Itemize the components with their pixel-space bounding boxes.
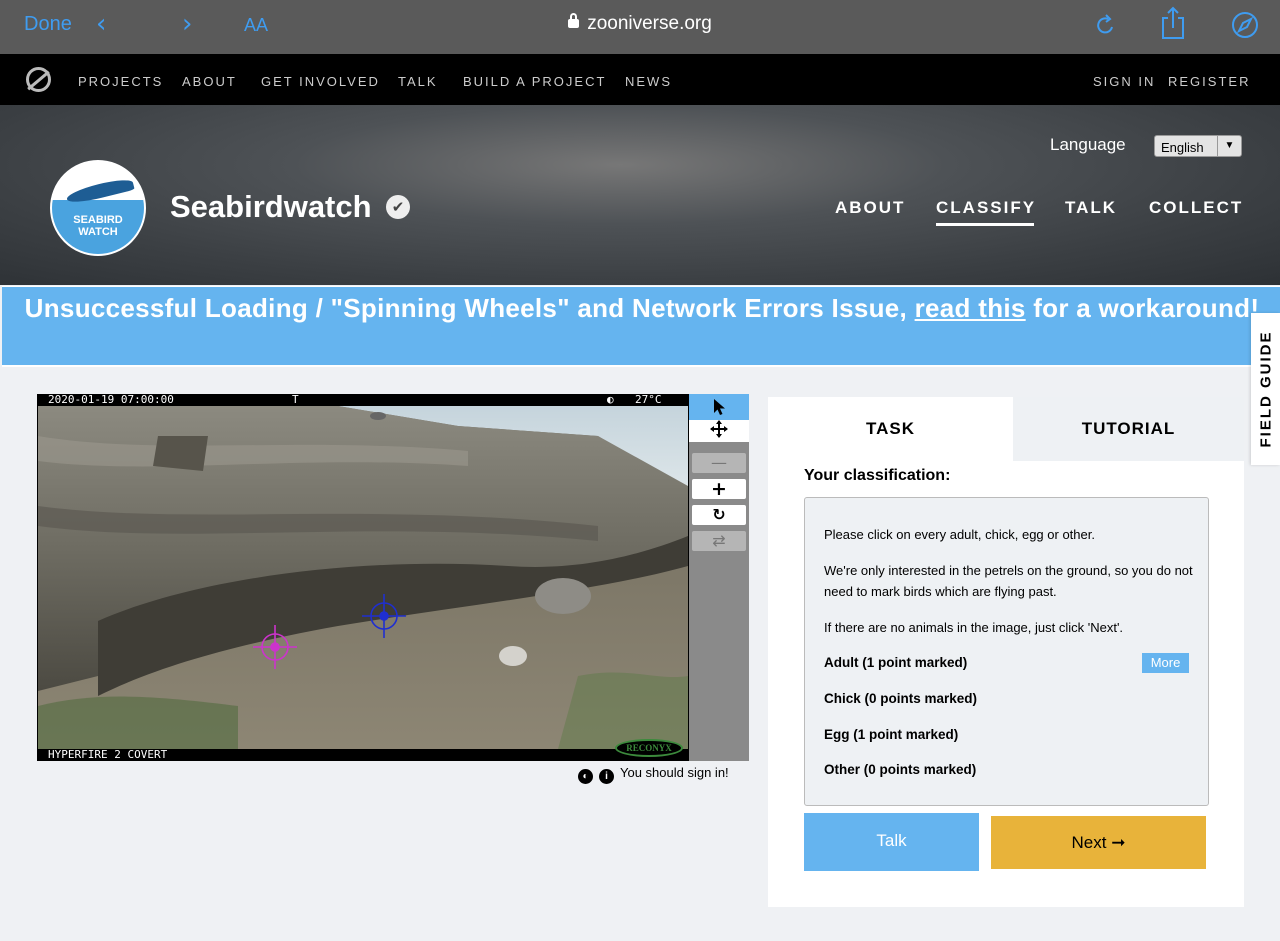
announcement-link[interactable]: read this: [915, 293, 1026, 323]
option-adult[interactable]: Adult (1 point marked): [824, 655, 967, 670]
zoom-in-button[interactable]: +: [692, 479, 746, 499]
announcement-banner: Unsuccessful Loading / "Spinning Wheels"…: [2, 286, 1280, 367]
zoo-nav-build[interactable]: BUILD A PROJECT: [463, 74, 606, 89]
register-link[interactable]: REGISTER: [1168, 74, 1250, 89]
instruction-3: If there are no animals in the image, ju…: [824, 620, 1124, 635]
project-title[interactable]: Seabirdwatch: [170, 189, 372, 225]
project-nav-talk[interactable]: TALK: [1065, 198, 1117, 218]
info-icon[interactable]: i: [599, 769, 614, 784]
announcement-text-end: for a workaround!: [1025, 293, 1260, 323]
instruction-1: Please click on every adult, chick, egg …: [824, 527, 1095, 542]
compass-icon[interactable]: [1231, 11, 1259, 39]
option-chick[interactable]: Chick (0 points marked): [824, 691, 977, 706]
reset-icon: ⇄: [712, 531, 726, 550]
camera-model: HYPERFIRE 2 COVERT: [48, 748, 168, 761]
next-button[interactable]: Next ➞: [991, 816, 1206, 869]
option-egg[interactable]: Egg (1 point marked): [824, 727, 958, 742]
move-tool-button[interactable]: [689, 420, 749, 442]
sign-in-link[interactable]: SIGN IN: [1093, 74, 1155, 89]
pointer-icon: [714, 399, 725, 415]
subject-viewer[interactable]: 2020-01-19 07:00:00 T ◐ 27°C HYPERFIRE 2…: [37, 394, 689, 761]
project-nav-collect[interactable]: COLLECT: [1149, 198, 1243, 218]
task-question-box: Please click on every adult, chick, egg …: [804, 497, 1209, 806]
zooniverse-logo-icon[interactable]: [26, 67, 51, 92]
zooniverse-nav: PROJECTS ABOUT GET INVOLVED TALK BUILD A…: [0, 54, 1280, 105]
zoo-nav-get-involved[interactable]: GET INVOLVED: [261, 74, 380, 89]
share-icon[interactable]: [1160, 6, 1186, 40]
zoo-nav-projects[interactable]: PROJECTS: [78, 74, 163, 89]
project-avatar[interactable]: SEABIRD WATCH: [50, 160, 146, 256]
project-header: Language English ▼ SEABIRD WATCH Seabird…: [0, 105, 1280, 285]
announcement-text: Unsuccessful Loading / "Spinning Wheels"…: [24, 293, 915, 323]
rotate-icon: ↻: [712, 505, 726, 524]
your-classification-heading: Your classification:: [804, 467, 951, 484]
avatar-text-line-2: WATCH: [78, 226, 118, 238]
zoom-in-icon: +: [711, 478, 727, 500]
language-value: English: [1161, 140, 1204, 155]
move-icon: [710, 420, 728, 438]
more-button[interactable]: More: [1142, 653, 1189, 673]
image-toolbar: — + ↻ ⇄: [689, 394, 749, 761]
language-label: Language: [1050, 135, 1126, 154]
chevron-down-icon: ▼: [1217, 136, 1241, 156]
field-guide-tab[interactable]: FIELD GUIDE: [1251, 313, 1280, 465]
signin-notice: ◐ i You should sign in!: [578, 765, 729, 784]
signin-text: You should sign in!: [620, 765, 729, 780]
camera-temperature: 27°C: [635, 394, 662, 406]
browser-toolbar: Done ‹ › AA zooniverse.org: [0, 0, 1280, 54]
avatar-text-line-1: SEABIRD: [73, 214, 123, 226]
talk-button[interactable]: Talk: [804, 813, 979, 871]
address-bar[interactable]: zooniverse.org: [0, 13, 1280, 35]
tab-tutorial[interactable]: TUTORIAL: [1013, 397, 1244, 461]
pointer-tool-button[interactable]: [689, 394, 749, 420]
project-nav-classify[interactable]: CLASSIFY: [936, 198, 1036, 226]
instruction-2: We're only interested in the petrels on …: [824, 563, 1193, 599]
subject-image[interactable]: [38, 406, 688, 749]
lock-icon: [568, 13, 580, 28]
zoo-nav-news[interactable]: NEWS: [625, 74, 672, 89]
option-other[interactable]: Other (0 points marked): [824, 762, 976, 777]
url-text: zooniverse.org: [587, 13, 712, 34]
zoo-nav-about[interactable]: ABOUT: [182, 74, 237, 89]
tab-task[interactable]: TASK: [768, 397, 1013, 461]
camera-model-bar: HYPERFIRE 2 COVERT: [37, 749, 689, 761]
language-select[interactable]: English ▼: [1154, 135, 1242, 157]
reset-button[interactable]: ⇄: [692, 531, 746, 551]
field-guide-label: FIELD GUIDE: [1257, 330, 1274, 448]
zoom-out-button[interactable]: —: [692, 453, 746, 473]
reload-icon[interactable]: [1094, 10, 1118, 40]
camera-flag: T: [292, 394, 299, 406]
camera-timestamp: 2020-01-19 07:00:00: [48, 394, 174, 406]
zoom-out-icon: —: [711, 453, 727, 472]
camera-info-bar: 2020-01-19 07:00:00 T ◐ 27°C: [37, 394, 689, 406]
rotate-button[interactable]: ↻: [692, 505, 746, 525]
verified-check-icon: ✔: [386, 195, 410, 219]
avatar-text: SEABIRD WATCH: [52, 214, 144, 238]
zoo-nav-talk[interactable]: TALK: [398, 74, 438, 89]
moon-icon: ◐: [607, 394, 614, 406]
project-nav-about[interactable]: ABOUT: [835, 198, 905, 218]
task-panel: TASK TUTORIAL Your classification: Pleas…: [768, 397, 1244, 907]
contrast-icon[interactable]: ◐: [578, 769, 593, 784]
reconyx-logo: RECONYX: [615, 739, 683, 757]
